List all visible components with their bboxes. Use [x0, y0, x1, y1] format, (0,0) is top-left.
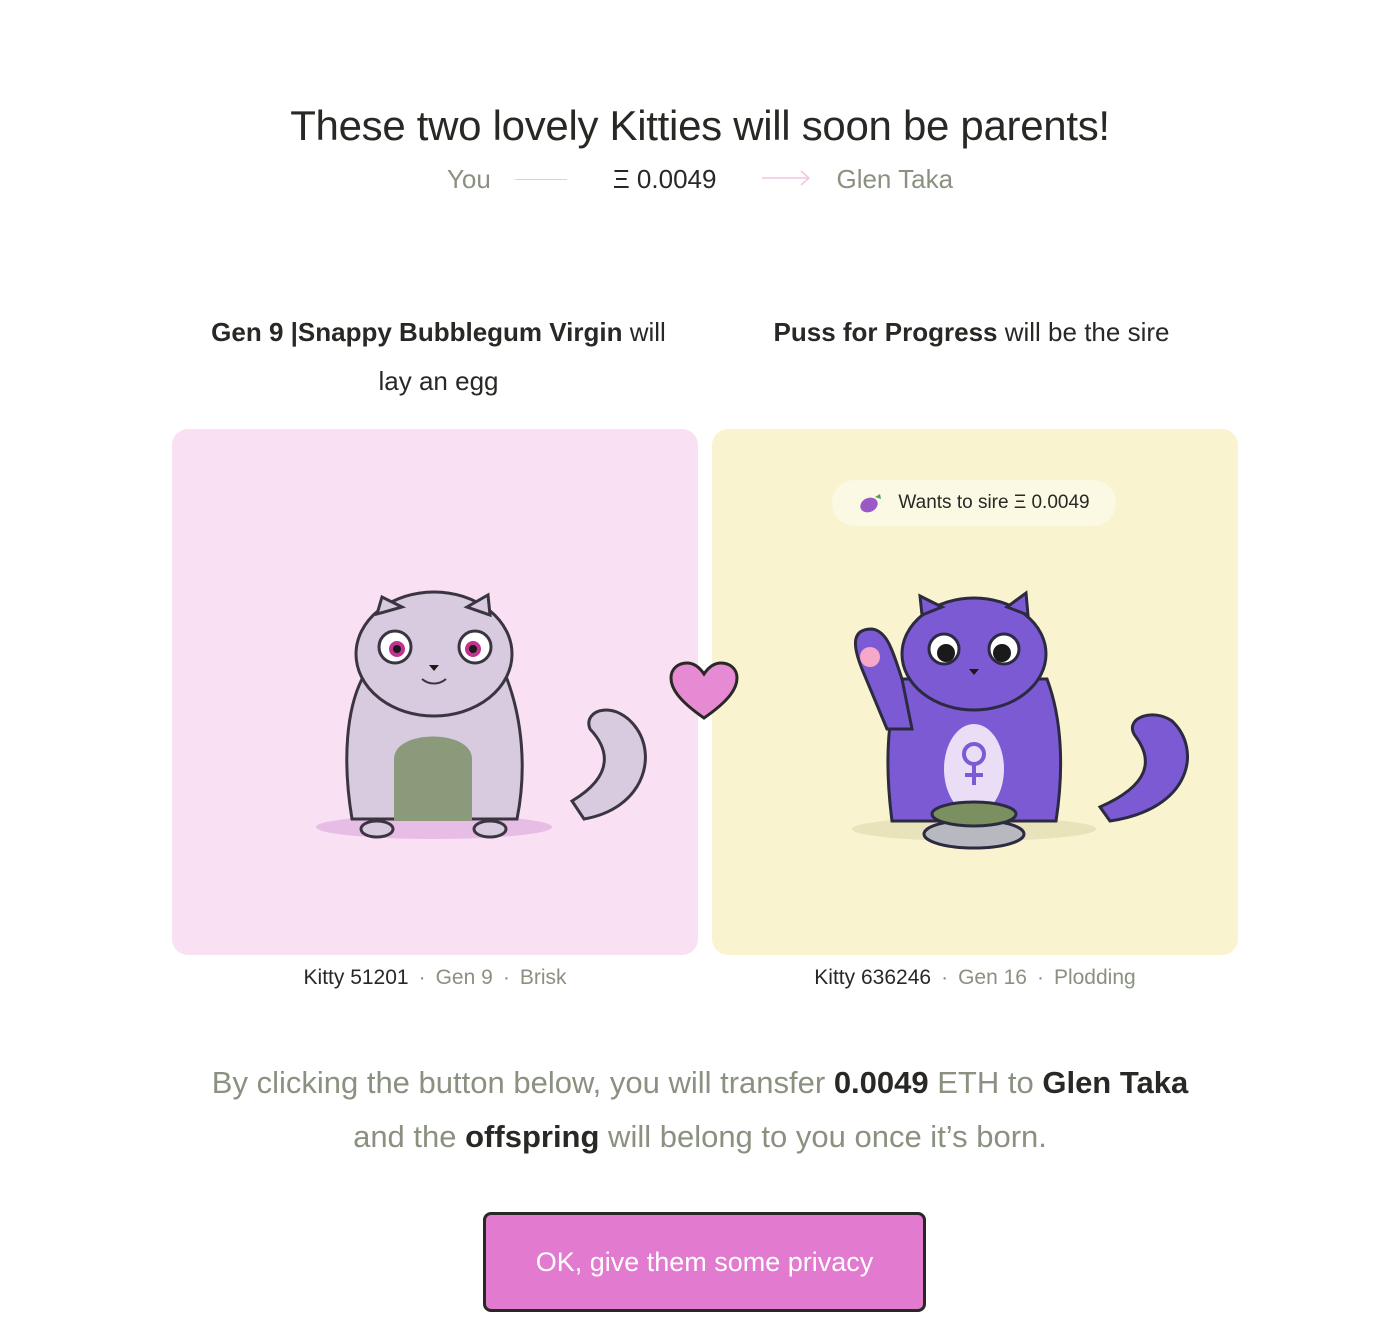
explanation-amount: 0.0049 — [833, 1065, 929, 1100]
transfer-amount: Ξ 0.0049 — [612, 164, 717, 194]
sire-meta: Kitty 636246 · Gen 16 · Plodding — [712, 966, 1238, 990]
divider-line — [514, 179, 567, 180]
explanation-text: and the — [353, 1119, 466, 1154]
sire-name: Puss for Progress — [773, 317, 998, 347]
explanation-offspring: offspring — [465, 1119, 600, 1154]
dam-kitty-id: Kitty 51201 — [303, 966, 409, 989]
page-title: These two lovely Kitties will soon be pa… — [290, 102, 1110, 150]
arrow-right-icon — [762, 164, 812, 195]
dam-name: Gen 9 |Snappy Bubblegum Virgin — [211, 317, 623, 347]
transfer-to: Glen Taka — [836, 164, 954, 194]
separator-dot: · — [502, 966, 510, 989]
dam-meta: Kitty 51201 · Gen 9 · Brisk — [172, 966, 698, 990]
separator-dot: · — [941, 966, 949, 989]
explanation-text: By clicking the button below, you will t… — [211, 1065, 834, 1100]
sire-caption: Puss for Progress will be the sire — [705, 308, 1238, 406]
explanation-text: will belong to you once it’s born. — [599, 1119, 1047, 1154]
explanation-recipient: Glen Taka — [1042, 1065, 1189, 1100]
dam-generation: Gen 9 — [435, 966, 493, 989]
dam-cat-image — [316, 590, 647, 839]
sire-cat-image — [852, 590, 1189, 850]
transfer-explanation: By clicking the button below, you will t… — [190, 1056, 1210, 1164]
dam-caption: Gen 9 |Snappy Bubblegum Virgin will lay … — [172, 308, 705, 406]
confirm-breeding-button[interactable]: OK, give them some privacy — [483, 1212, 926, 1312]
sire-kitty-id: Kitty 636246 — [814, 966, 932, 989]
separator-dot: · — [418, 966, 426, 989]
explanation-text: ETH to — [928, 1065, 1043, 1100]
transfer-summary: You Ξ 0.0049 Glen Taka — [0, 164, 1400, 195]
transfer-from: You — [446, 164, 491, 194]
separator-dot: · — [1036, 966, 1044, 989]
dam-speed: Brisk — [519, 966, 567, 989]
heart-icon — [668, 660, 740, 727]
dam-card[interactable] — [172, 429, 698, 955]
parent-captions: Gen 9 |Snappy Bubblegum Virgin will lay … — [172, 308, 1238, 406]
sire-caption-text: will be the sire — [997, 317, 1170, 347]
sire-speed: Plodding — [1053, 966, 1136, 989]
sire-card[interactable]: Wants to sire Ξ 0.0049 — [712, 429, 1238, 955]
sire-generation: Gen 16 — [958, 966, 1027, 989]
